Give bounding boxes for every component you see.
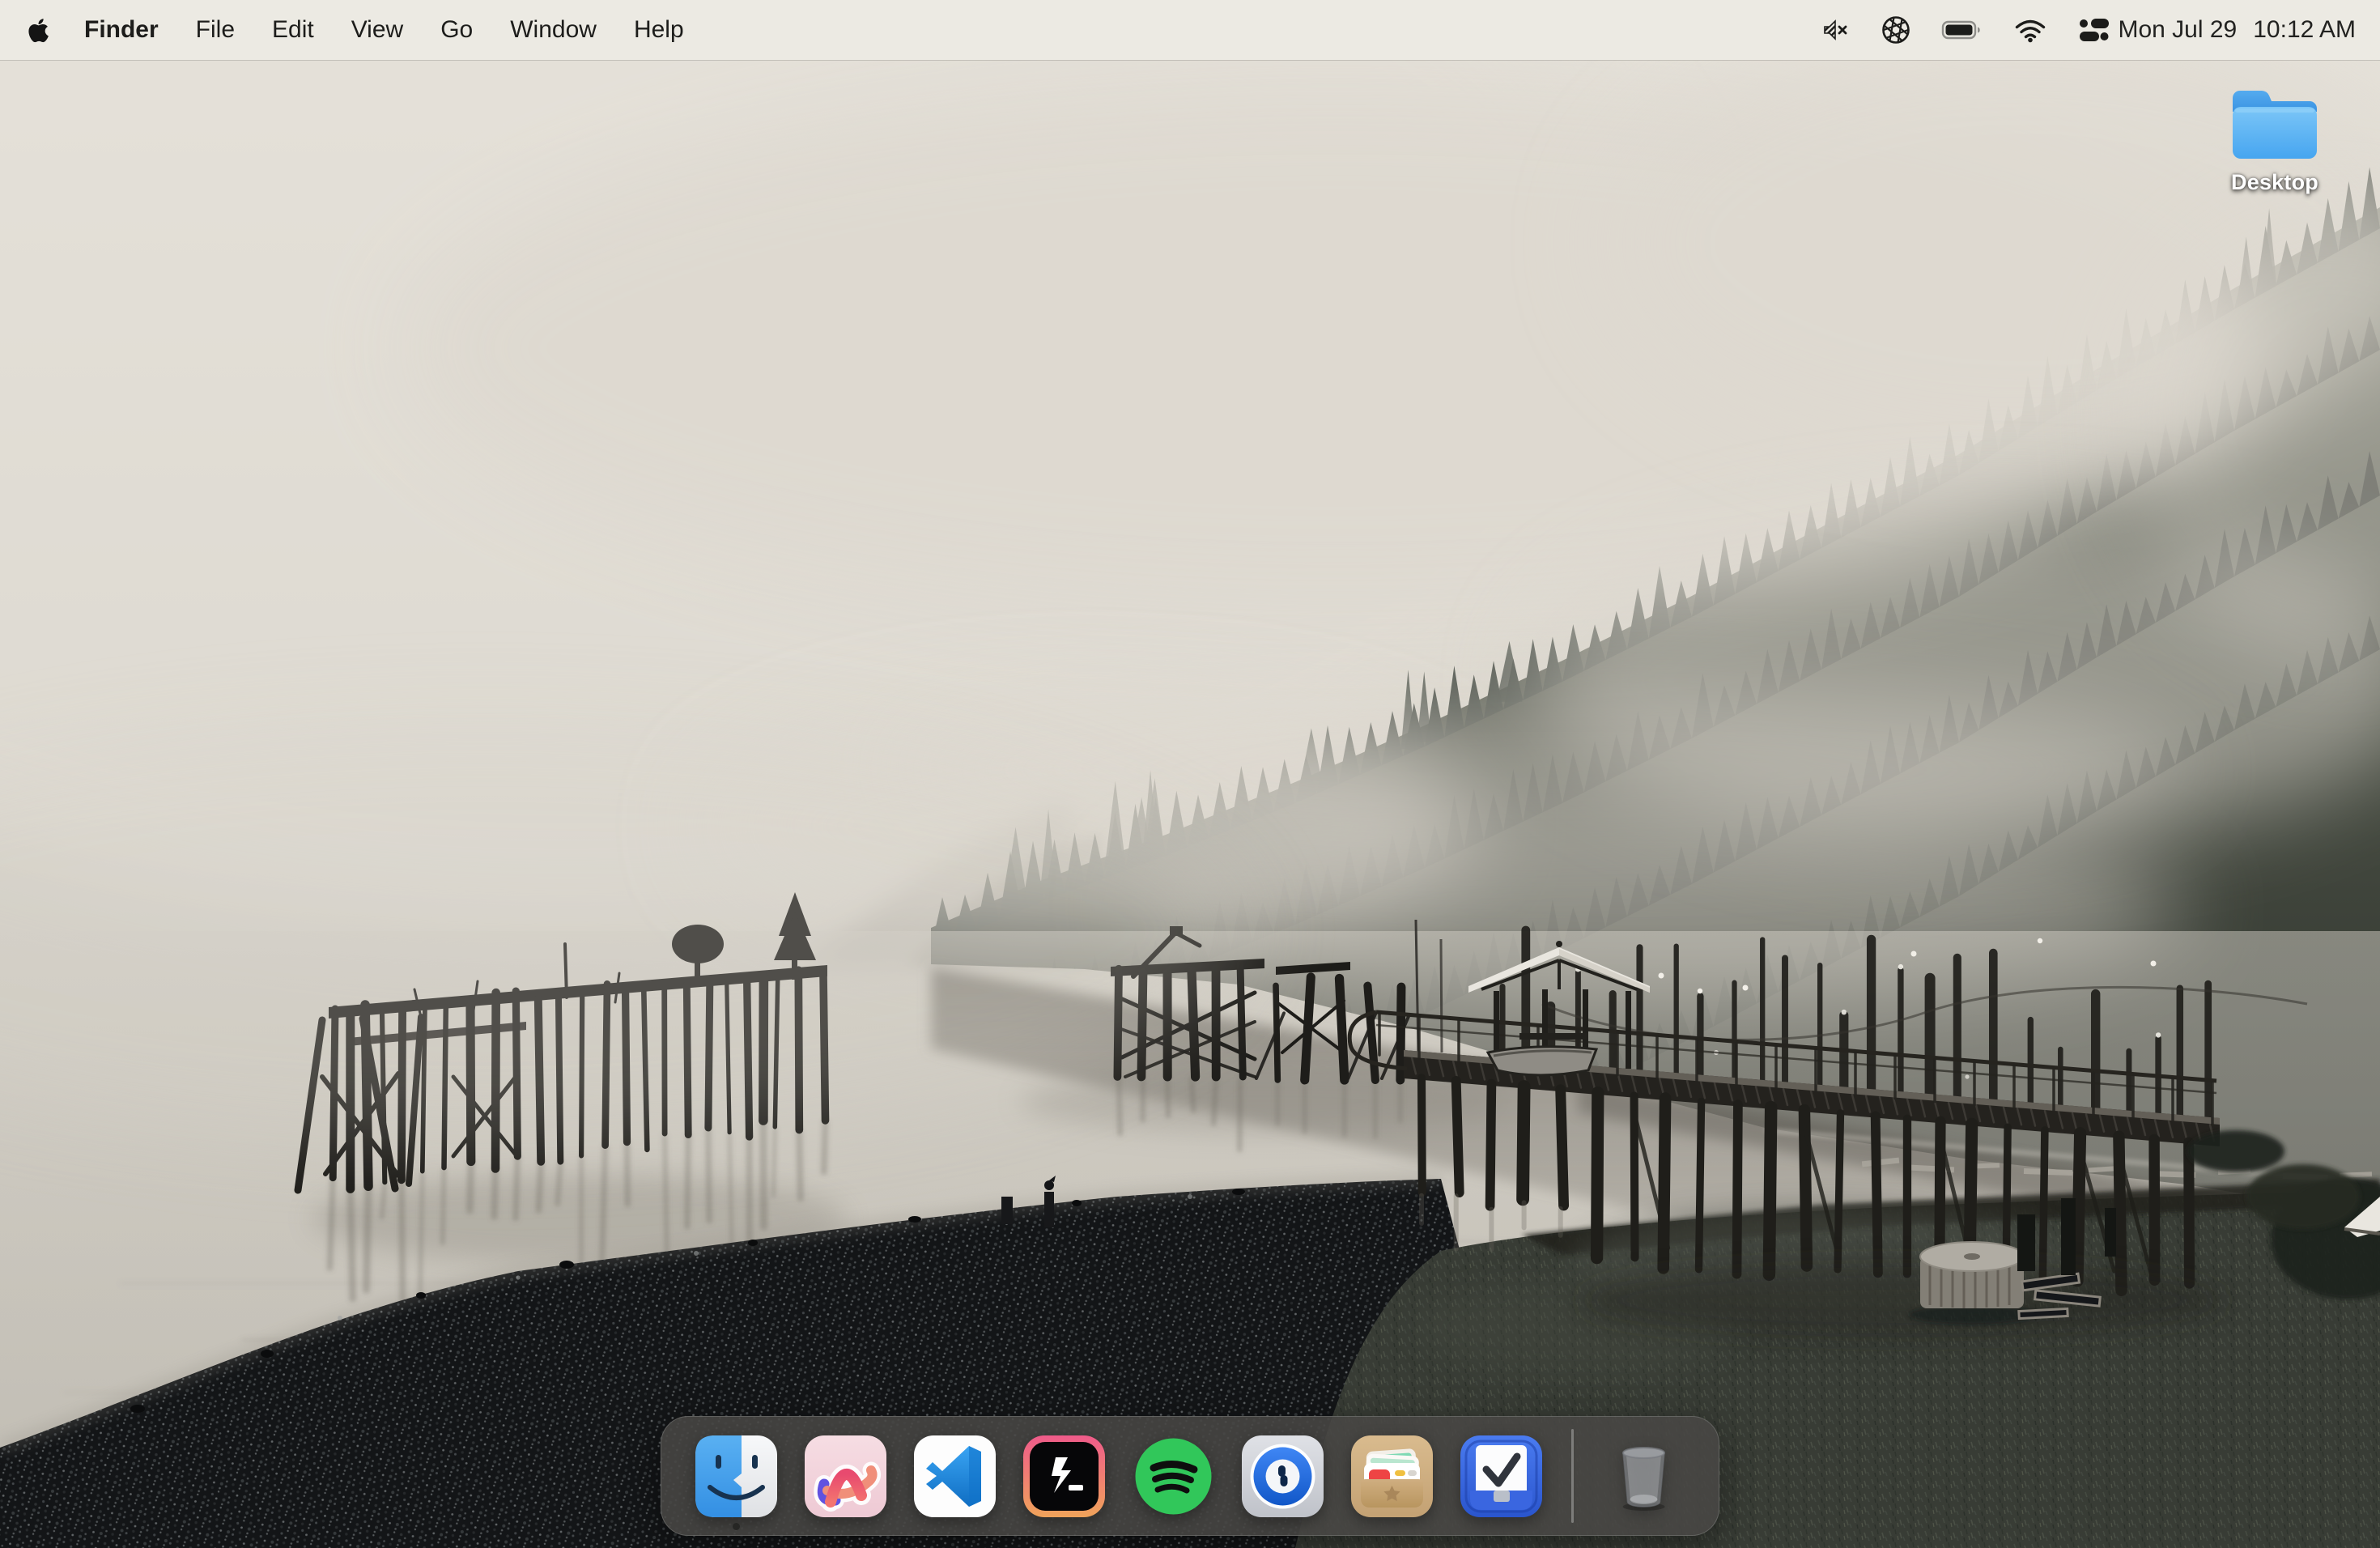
wifi-icon[interactable] <box>2014 16 2046 44</box>
dock-item-things[interactable] <box>1459 1434 1544 1519</box>
desktop-folder-icon[interactable]: Desktop <box>2221 83 2328 195</box>
menu-file[interactable]: File <box>177 0 253 60</box>
shutter-icon[interactable] <box>1881 15 1910 45</box>
dock-item-spotify[interactable] <box>1131 1434 1216 1519</box>
macos-desktop: Finder File Edit View Go Window Help <box>0 0 2380 1548</box>
apple-logo-icon <box>28 17 49 44</box>
wallpaper-image <box>0 0 2380 1548</box>
dock-item-warp[interactable] <box>1022 1434 1107 1519</box>
cable-spool <box>1909 1242 2035 1325</box>
menu-help[interactable]: Help <box>615 0 703 60</box>
finder-running-indicator <box>733 1523 740 1530</box>
clock-time: 10:12 AM <box>2253 16 2356 44</box>
folder-icon <box>2225 83 2325 164</box>
dock-item-vscode[interactable] <box>912 1434 997 1519</box>
status-icons <box>1821 15 2111 45</box>
dock-divider <box>1571 1429 1574 1523</box>
menu-window[interactable]: Window <box>491 0 615 60</box>
dock-item-finder[interactable] <box>694 1434 779 1519</box>
dock-item-1password[interactable] <box>1240 1434 1325 1519</box>
apple-menu[interactable] <box>28 17 49 44</box>
dock-item-cardhop[interactable] <box>1349 1434 1434 1519</box>
menu-view[interactable]: View <box>333 0 422 60</box>
desktop-folder-label: Desktop <box>2231 170 2318 195</box>
menu-bar: Finder File Edit View Go Window Help <box>0 0 2380 60</box>
menu-finder[interactable]: Finder <box>66 0 177 60</box>
dock <box>661 1416 1719 1536</box>
battery-icon[interactable] <box>1941 15 1983 45</box>
control-center-icon[interactable] <box>2077 16 2111 44</box>
menu-edit[interactable]: Edit <box>253 0 333 60</box>
dock-item-arc[interactable] <box>803 1434 888 1519</box>
app-menus: Finder File Edit View Go Window Help <box>61 0 703 60</box>
menu-go[interactable]: Go <box>422 0 491 60</box>
volume-muted-icon[interactable] <box>1821 15 1851 45</box>
menu-bar-clock[interactable]: Mon Jul 29 10:12 AM <box>2118 16 2356 44</box>
clock-date: Mon Jul 29 <box>2118 16 2237 44</box>
dock-item-trash[interactable] <box>1601 1434 1686 1519</box>
